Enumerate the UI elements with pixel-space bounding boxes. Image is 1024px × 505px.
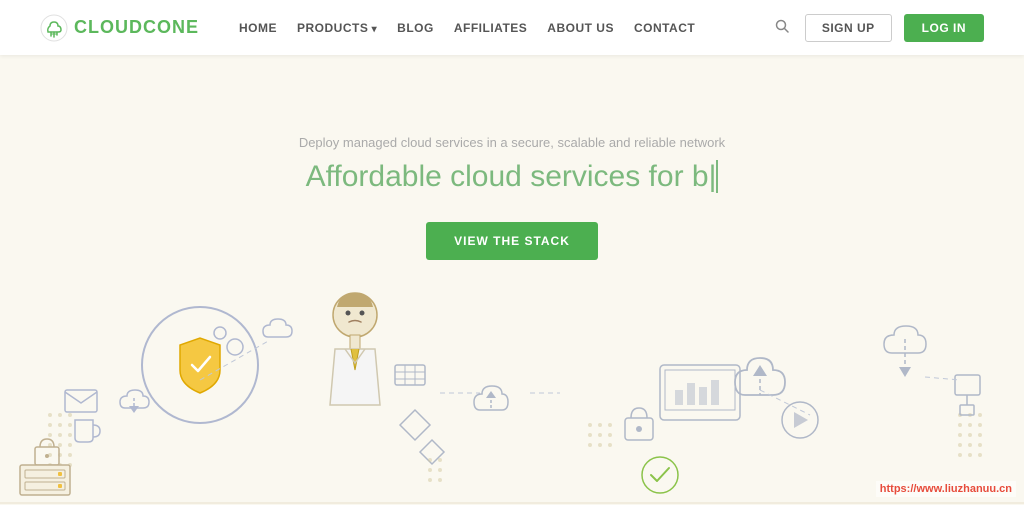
hero-subtitle: Deploy managed cloud services in a secur… — [299, 135, 725, 150]
nav-right: SIGN UP LOG IN — [771, 14, 984, 42]
nav-about[interactable]: ABOUT US — [547, 21, 614, 35]
search-button[interactable] — [771, 15, 793, 40]
view-stack-button[interactable]: VIEW THE STACK — [426, 222, 598, 260]
login-button[interactable]: LOG IN — [904, 14, 984, 42]
watermark: https://www.liuzhanuu.cn — [876, 481, 1016, 497]
nav-contact[interactable]: CONTACT — [634, 21, 695, 35]
hero-section: Deploy managed cloud services in a secur… — [0, 55, 1024, 505]
signup-button[interactable]: SIGN UP — [805, 14, 892, 42]
navbar: CLOUDCONE HOME PRODUCTS BLOG AFFILIATES … — [0, 0, 1024, 55]
nav-products[interactable]: PRODUCTS — [297, 21, 377, 35]
logo-icon — [40, 14, 68, 42]
logo[interactable]: CLOUDCONE — [40, 14, 199, 42]
search-icon — [775, 19, 789, 33]
logo-text: CLOUDCONE — [74, 17, 199, 38]
hero-title: Affordable cloud services for b| — [306, 160, 719, 194]
nav-home[interactable]: HOME — [239, 21, 277, 35]
nav-links: HOME PRODUCTS BLOG AFFILIATES ABOUT US C… — [239, 21, 771, 35]
nav-blog[interactable]: BLOG — [397, 21, 434, 35]
hero-illustration — [0, 225, 1024, 505]
nav-affiliates[interactable]: AFFILIATES — [454, 21, 527, 35]
